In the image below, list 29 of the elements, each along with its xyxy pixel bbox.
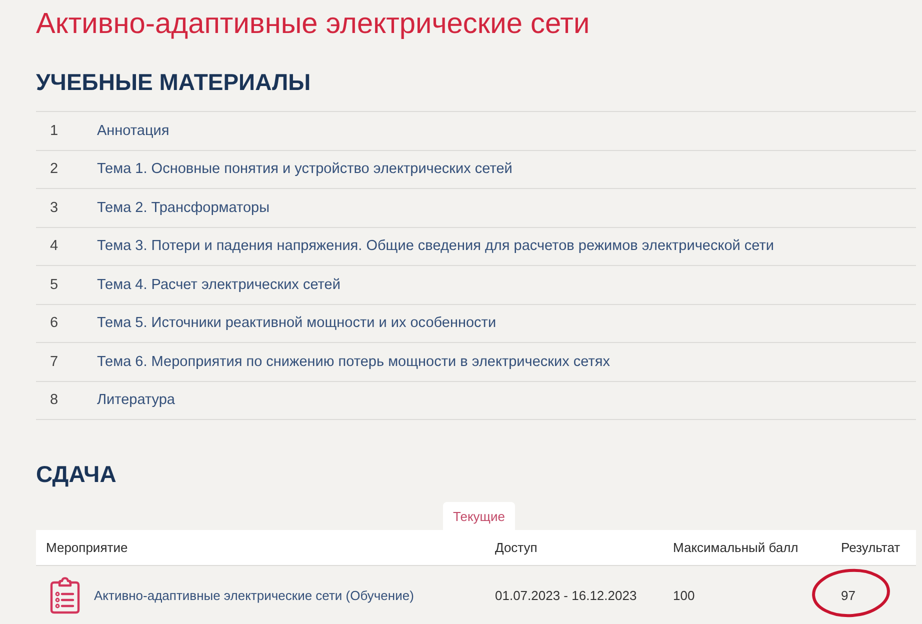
item-number: 1 <box>49 122 60 139</box>
material-link[interactable]: Тема 1. Основные понятия и устройство электрических сетей <box>97 161 512 178</box>
item-number: 7 <box>49 354 60 370</box>
material-link[interactable]: Аннотация <box>97 122 170 139</box>
item-number: 3 <box>49 200 60 216</box>
tab[interactable]: Текущие <box>443 502 515 530</box>
item-number: 2 <box>49 161 60 178</box>
page-title: Активно-адаптивные электрические сети <box>36 7 590 42</box>
table-cell: 97 <box>841 588 856 603</box>
item-number: 8 <box>49 392 60 408</box>
column-header: Доступ <box>495 540 538 555</box>
item-number: 4 <box>49 238 60 254</box>
material-link[interactable]: Тема 2. Трансформаторы <box>97 200 270 216</box>
column-header: Результат <box>841 540 900 555</box>
table-cell: 100 <box>673 588 695 603</box>
material-link[interactable]: Литература <box>97 392 175 408</box>
material-link[interactable]: Тема 6. Мероприятия по снижению потерь мощности в электрических сетях <box>97 354 610 370</box>
item-number: 5 <box>49 276 60 293</box>
column-header: Максимальный балл <box>673 540 798 555</box>
table-cell: 01.07.2023 - 16.12.2023 <box>495 588 637 603</box>
section-heading: СДАЧА <box>36 460 116 488</box>
item-number: 6 <box>49 315 60 332</box>
section-heading: УЧЕБНЫЕ МАТЕРИАЛЫ <box>36 68 311 96</box>
material-link[interactable]: Тема 4. Расчет электрических сетей <box>97 276 340 293</box>
material-link[interactable]: Тема 3. Потери и падения напряжения. Общие сведения для расчетов режимов электрической сети <box>97 238 774 254</box>
activity-link[interactable]: Активно-адаптивные электрические сети (Обучение) <box>94 588 414 603</box>
column-header: Мероприятие <box>46 540 128 555</box>
clipboard-list-icon <box>50 576 80 614</box>
material-link[interactable]: Тема 5. Источники реактивной мощности и их особенности <box>97 315 496 332</box>
